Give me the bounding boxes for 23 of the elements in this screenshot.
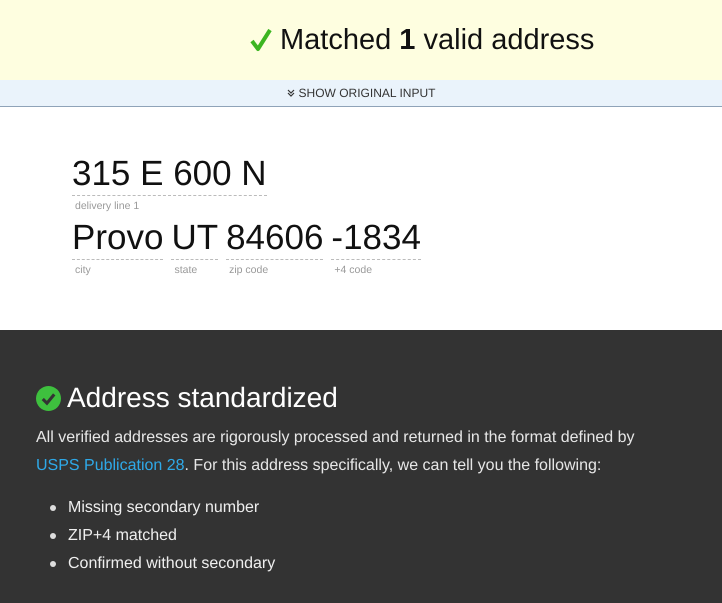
bullet-icon <box>50 505 56 511</box>
address-value: 84606 <box>226 218 324 260</box>
result-item: ZIP+4 matched <box>68 526 177 546</box>
field-label: zip code <box>228 263 270 276</box>
bullet-icon <box>50 561 56 567</box>
double-chevron-icon <box>286 89 295 97</box>
field-label: state <box>173 263 198 276</box>
result-description: All verified addresses are rigorously processed and returned in the format defined by USPS Publication 28. For this address specifically, we can tell you the following: <box>36 428 636 476</box>
field-label: +4 code <box>333 263 374 276</box>
check-circle-icon <box>36 386 61 410</box>
address-value: Provo <box>72 218 164 260</box>
checkmark-icon <box>250 28 272 52</box>
address-value: -1834 <box>331 218 421 260</box>
publication-link[interactable]: USPS Publication 28 <box>36 457 185 474</box>
field-label: city <box>74 263 92 276</box>
address-value: 315 E 600 N <box>72 154 267 196</box>
field-label: delivery line 1 <box>74 199 140 212</box>
result-item: Confirmed without secondary <box>68 554 276 574</box>
result-title: Address standardized <box>67 382 338 414</box>
bullet-icon <box>50 533 56 539</box>
address-value: UT <box>171 218 218 260</box>
match-headline: Matched 1 valid address <box>280 24 594 56</box>
result-item: Missing secondary number <box>68 498 260 518</box>
